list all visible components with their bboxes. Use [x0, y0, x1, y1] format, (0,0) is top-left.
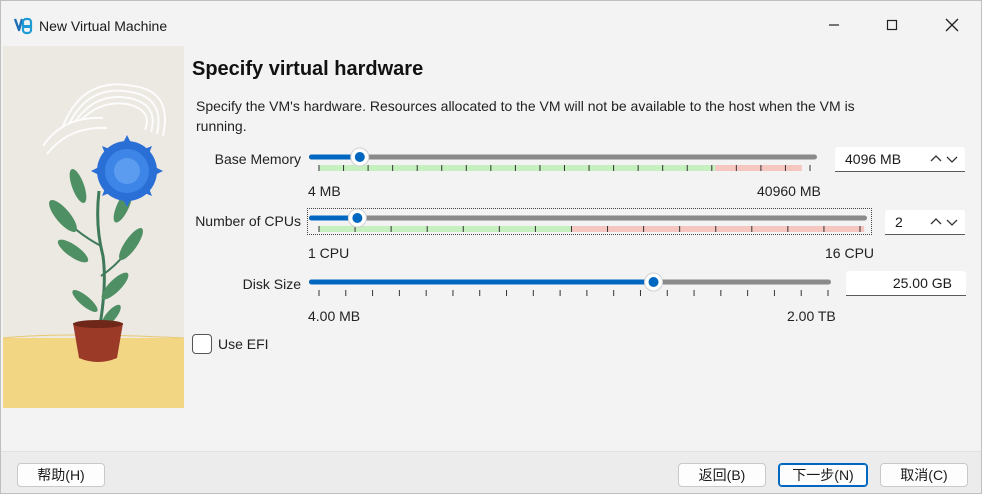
- cpu-count-value: 2: [895, 214, 903, 230]
- slider-track: [309, 215, 867, 221]
- page-description: Specify the VM's hardware. Resources all…: [196, 98, 855, 134]
- flower-pot-illustration: [3, 46, 184, 408]
- spin-arrows-icon[interactable]: [927, 150, 963, 168]
- maximize-icon: [886, 19, 898, 31]
- base-memory-spinbox[interactable]: 4096 MB: [835, 147, 965, 172]
- use-efi-checkbox[interactable]: [192, 334, 212, 354]
- cpu-count-label: Number of CPUs: [195, 213, 301, 229]
- slider-handle-dot: [352, 213, 363, 223]
- window-title: New Virtual Machine: [39, 18, 168, 34]
- disk-size-slider[interactable]: [305, 269, 840, 303]
- slider-handle-dot: [648, 277, 659, 287]
- close-button[interactable]: [929, 7, 975, 43]
- cpu-min-label: 1 CPU: [308, 245, 350, 261]
- title-bar: New Virtual Machine: [1, 1, 981, 49]
- base-memory-label: Base Memory: [214, 151, 301, 167]
- slider-handle-dot: [354, 152, 365, 162]
- spin-arrows-icon[interactable]: [927, 213, 963, 231]
- back-button[interactable]: 返回(B): [678, 463, 766, 487]
- wizard-illustration: [3, 46, 184, 408]
- disk-size-field[interactable]: 25.00 GB: [846, 271, 966, 296]
- cpu-count-spinbox[interactable]: 2: [885, 210, 965, 235]
- base-memory-min-label: 4 MB: [308, 183, 341, 199]
- base-memory-value: 4096 MB: [845, 151, 902, 167]
- help-button[interactable]: 帮助(H): [17, 463, 105, 487]
- dialog-footer: 帮助(H) 返回(B) 下一步(N) 取消(C): [1, 451, 981, 493]
- cpu-count-slider[interactable]: [305, 208, 875, 242]
- maximize-button[interactable]: [869, 7, 915, 43]
- disk-min-label: 4.00 MB: [308, 308, 361, 324]
- slider-fill: [309, 279, 654, 285]
- page-heading: Specify virtual hardware: [192, 58, 424, 80]
- virtualbox-app-icon: [13, 17, 33, 35]
- next-button[interactable]: 下一步(N): [778, 463, 868, 487]
- close-icon: [945, 18, 959, 32]
- disk-size-value: 25.00 GB: [892, 275, 952, 291]
- warn-zone-band: [571, 226, 865, 232]
- cancel-button[interactable]: 取消(C): [880, 463, 968, 487]
- new-vm-window: New Virtual Machine Specify virtual hard…: [0, 0, 982, 494]
- slider-track: [309, 154, 817, 160]
- base-memory-slider[interactable]: [305, 145, 825, 179]
- minimize-button[interactable]: [811, 7, 857, 43]
- minimize-icon: [829, 24, 839, 26]
- safe-zone-band: [319, 165, 716, 171]
- base-memory-max-label: 40960 MB: [757, 183, 821, 199]
- use-efi-label: Use EFI: [218, 336, 269, 352]
- disk-size-label: Disk Size: [242, 276, 301, 292]
- warn-zone-band: [715, 165, 802, 171]
- disk-max-label: 2.00 TB: [787, 308, 836, 324]
- cpu-max-label: 16 CPU: [825, 245, 875, 261]
